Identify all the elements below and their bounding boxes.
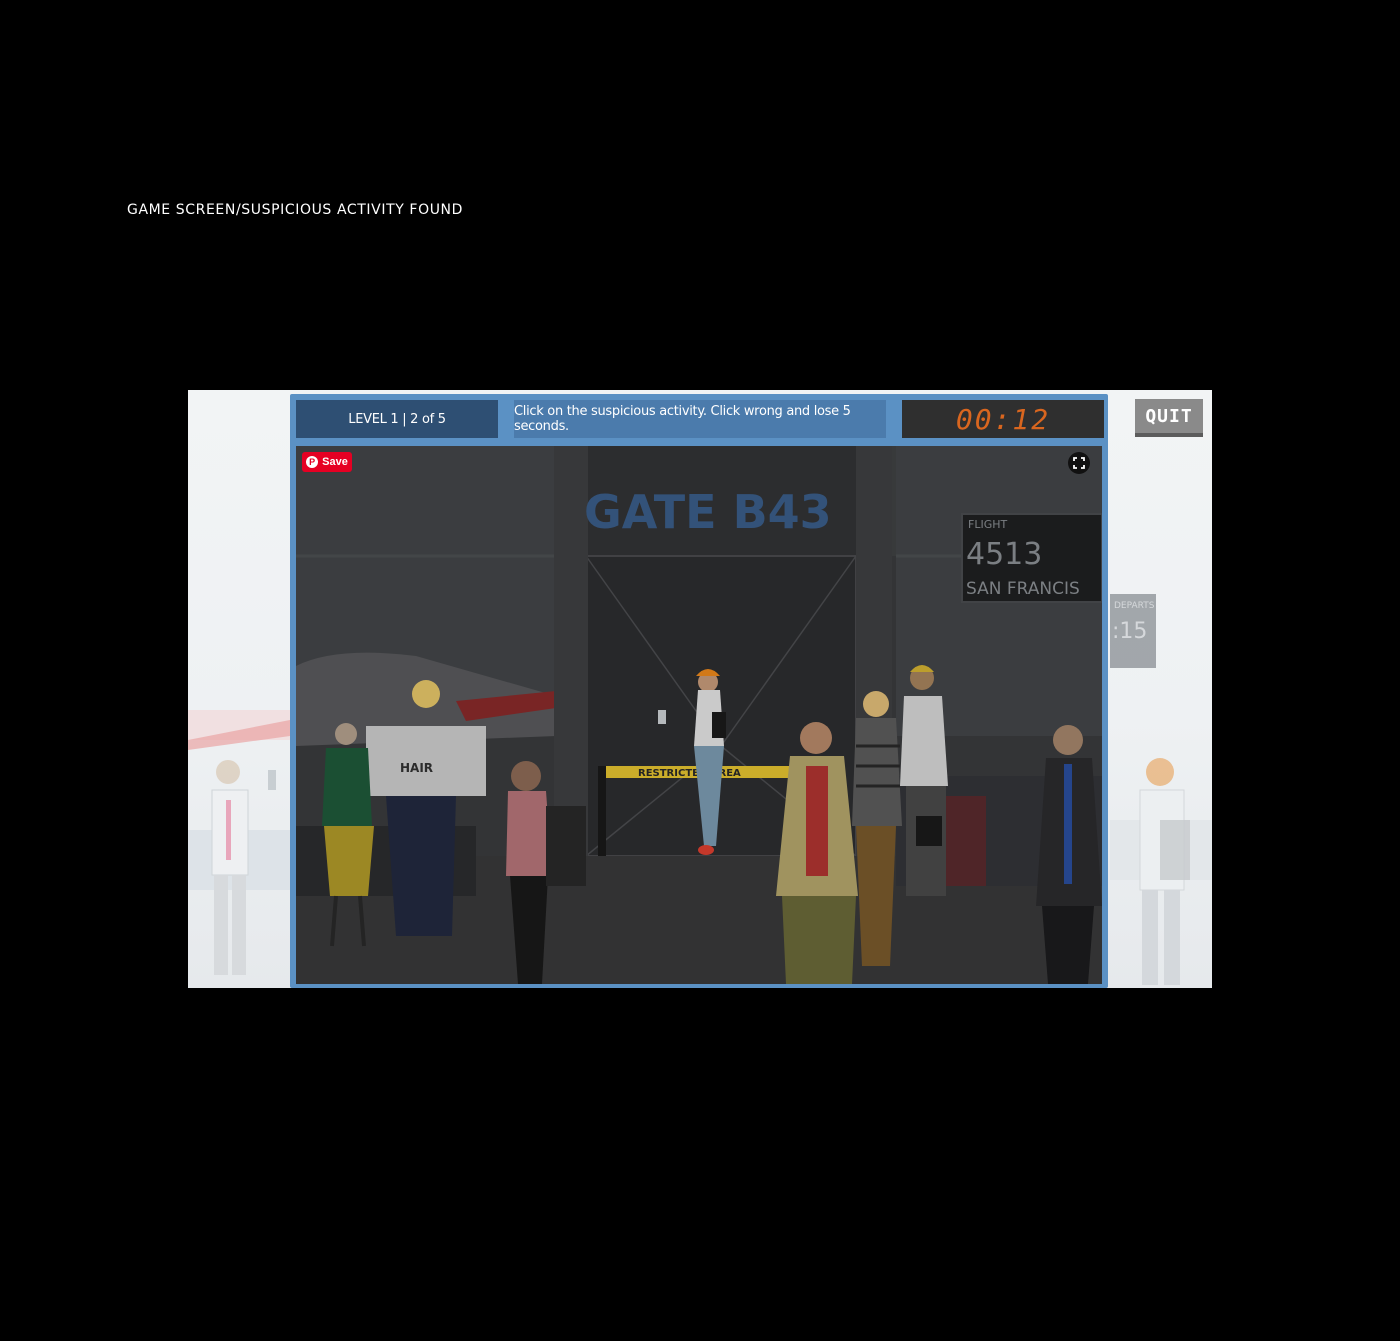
scenery-right-art: DEPARTS :15	[1110, 594, 1212, 985]
fullscreen-icon	[1073, 457, 1085, 469]
timer-digits: 00:12	[955, 402, 1051, 436]
airport-gate-scene[interactable]: GATE B43 FLIGHT 4513 SAN FRANCIS RESTRIC…	[296, 446, 1102, 984]
save-label: Save	[322, 456, 348, 468]
board-departs-label: DEPARTS	[1114, 601, 1155, 611]
game-stage: DEPARTS :15 LEVEL 1 | 2 of 5 Click on th…	[188, 390, 1212, 988]
pinterest-icon: P	[306, 456, 319, 468]
fullscreen-button[interactable]	[1068, 452, 1090, 474]
pinterest-save-button[interactable]: P Save	[302, 452, 352, 472]
scenery-right: DEPARTS :15	[1110, 390, 1212, 988]
scenery-left-art	[188, 710, 290, 975]
board-departs-time: :15	[1112, 619, 1147, 644]
level-indicator: LEVEL 1 | 2 of 5	[296, 400, 498, 438]
scenery-left	[188, 390, 290, 988]
countdown-timer: 00:12	[902, 400, 1104, 438]
game-frame: LEVEL 1 | 2 of 5 Click on the suspicious…	[290, 394, 1108, 988]
page-caption: GAME SCREEN/SUSPICIOUS ACTIVITY FOUND	[127, 202, 463, 218]
quit-button[interactable]: QUIT	[1135, 399, 1203, 437]
scene-art: GATE B43 FLIGHT 4513 SAN FRANCIS RESTRIC…	[296, 446, 1102, 984]
instruction-banner: Click on the suspicious activity. Click …	[514, 400, 886, 438]
